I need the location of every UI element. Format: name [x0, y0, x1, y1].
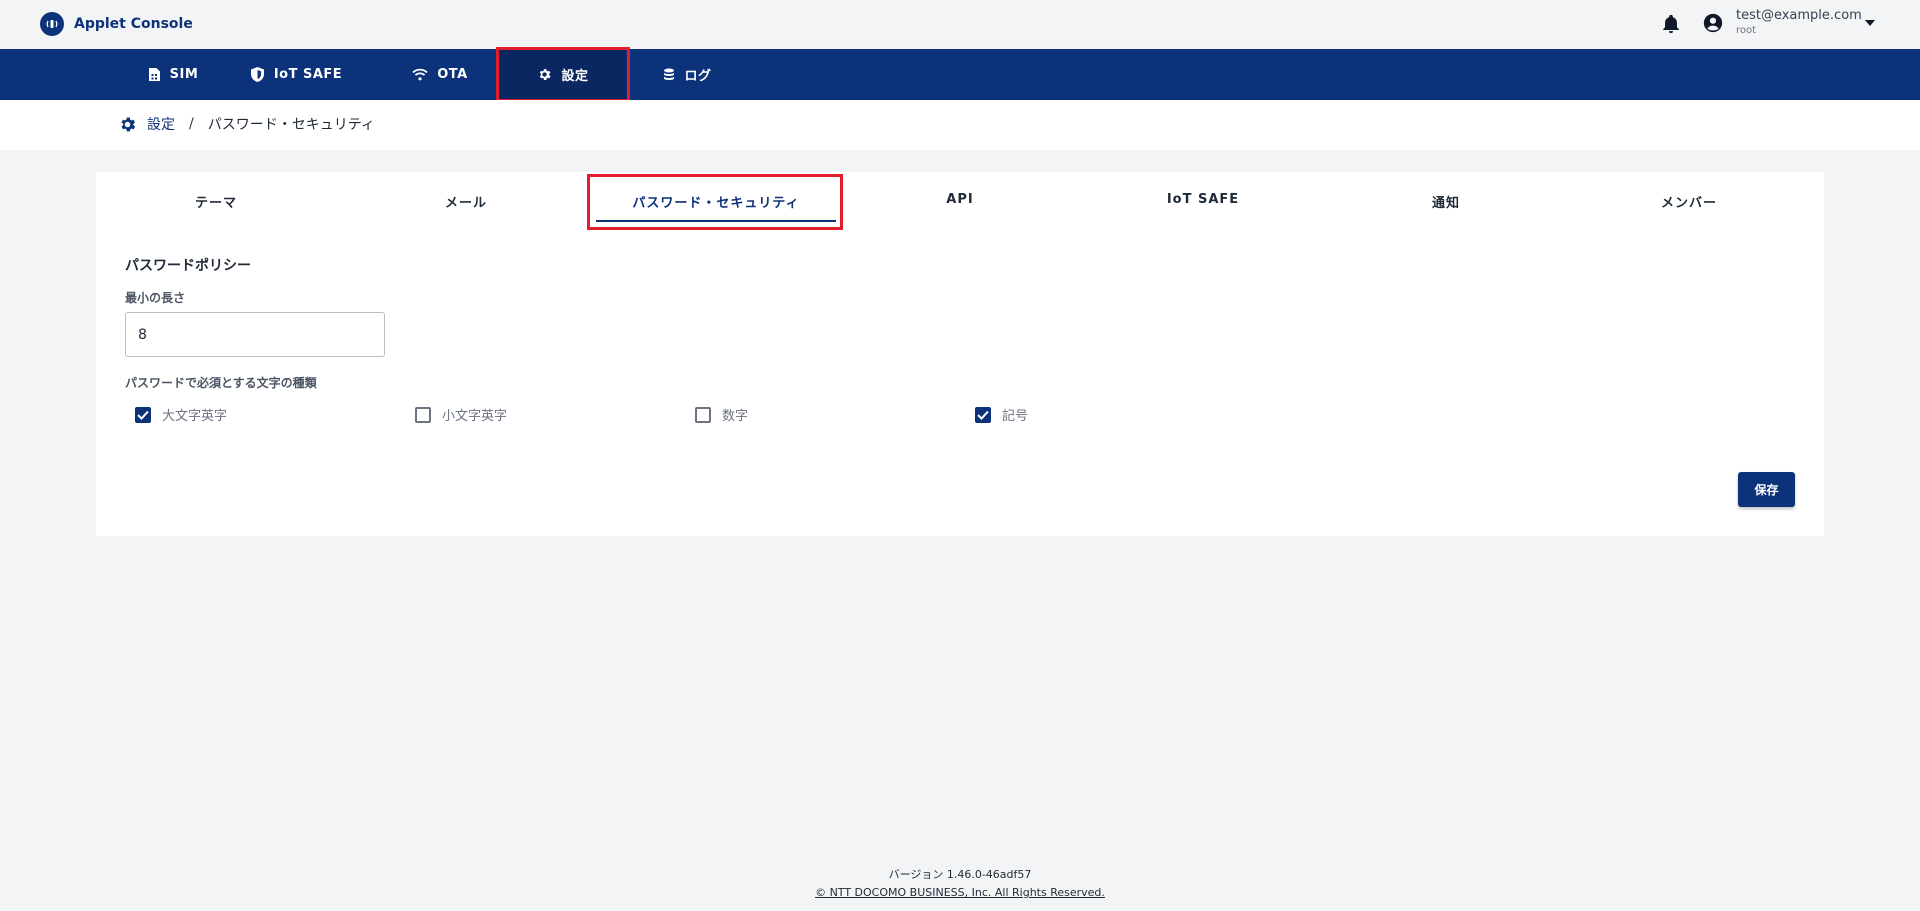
nav-item-sim[interactable]: SIM	[118, 49, 228, 100]
account-circle-icon	[1703, 13, 1723, 32]
version-text: バージョン 1.46.0-46adf57	[888, 868, 1032, 881]
chevron-down-icon[interactable]	[1865, 20, 1875, 26]
nav-label-ota: OTA	[437, 67, 468, 82]
nav-label-settings: 設定	[561, 69, 589, 84]
checkbox-label-lowercase: 小文字英字	[442, 409, 508, 424]
app-title: Applet Console	[74, 16, 193, 32]
breadcrumb: 設定 / パスワード・セキュリティ	[0, 100, 1920, 150]
copyright-link[interactable]: © NTT DOCOMO BUSINESS, Inc. All Rights R…	[0, 886, 1920, 899]
nav-item-ota[interactable]: OTA	[400, 49, 480, 100]
account-menu[interactable]: test@example.com root	[1702, 7, 1862, 38]
account-role: root	[1736, 25, 1757, 36]
nav-label-sim: SIM	[169, 67, 199, 82]
nav-item-logs[interactable]: ログ	[650, 49, 725, 100]
checkbox-lowercase[interactable]: 小文字英字	[415, 405, 507, 424]
shield-icon	[250, 67, 264, 82]
nav-item-settings[interactable]: 設定	[500, 49, 626, 100]
tab-iot-safe[interactable]: IoT SAFE	[1083, 192, 1323, 222]
required-chars-label: パスワードで必須とする文字の種類	[125, 376, 317, 390]
breadcrumb-current: パスワード・セキュリティ	[207, 117, 375, 133]
gear-icon	[121, 117, 136, 131]
database-icon	[664, 68, 675, 80]
min-length-input[interactable]: 8	[125, 312, 385, 357]
checkbox-checked-icon[interactable]	[135, 406, 151, 423]
gear-icon	[540, 69, 552, 80]
main-navbar: SIM IoT SAFE OTA 設定 ログ	[0, 49, 1920, 100]
checkbox-checked-icon[interactable]	[975, 406, 991, 423]
tab-notifications[interactable]: 通知	[1326, 192, 1566, 222]
breadcrumb-settings-link[interactable]: 設定	[147, 114, 175, 134]
sim-card-icon	[148, 68, 160, 81]
notification-bell-icon[interactable]	[1660, 13, 1682, 35]
tab-password-security[interactable]: パスワード・セキュリティ	[596, 192, 836, 222]
checkbox-unchecked-icon[interactable]	[695, 406, 711, 423]
tab-api[interactable]: API	[840, 192, 1080, 222]
nav-label-logs: ログ	[684, 69, 712, 84]
checkbox-label-uppercase: 大文字英字	[162, 409, 228, 424]
password-policy-title: パスワードポリシー	[125, 258, 251, 274]
checkbox-uppercase[interactable]: 大文字英字	[135, 405, 227, 424]
checkbox-unchecked-icon[interactable]	[415, 406, 431, 423]
tab-members[interactable]: メンバー	[1569, 192, 1809, 222]
brand[interactable]: Applet Console	[40, 12, 193, 36]
active-tab-indicator	[596, 220, 836, 222]
settings-card: テーマ メール パスワード・セキュリティ API IoT SAFE 通知 メンバ…	[96, 172, 1824, 536]
checkbox-label-symbols: 記号	[1002, 409, 1029, 424]
settings-tabs: テーマ メール パスワード・セキュリティ API IoT SAFE 通知 メンバ…	[96, 172, 1824, 232]
nav-item-iot-safe[interactable]: IoT SAFE	[240, 49, 352, 100]
checkbox-numbers[interactable]: 数字	[695, 405, 748, 424]
applet-logo-icon	[40, 12, 64, 36]
checkbox-symbols[interactable]: 記号	[975, 405, 1028, 424]
tab-mail[interactable]: メール	[346, 192, 586, 222]
wifi-icon	[412, 68, 428, 81]
save-button[interactable]: 保存	[1738, 472, 1795, 507]
min-length-label: 最小の長さ	[125, 291, 186, 305]
breadcrumb-separator: /	[189, 116, 194, 132]
nav-label-iot-safe: IoT SAFE	[273, 67, 343, 82]
account-email: test@example.com	[1736, 8, 1862, 23]
checkbox-label-numbers: 数字	[722, 409, 749, 424]
tab-theme[interactable]: テーマ	[96, 192, 336, 222]
top-bar: Applet Console test@example.com root	[0, 0, 1920, 49]
